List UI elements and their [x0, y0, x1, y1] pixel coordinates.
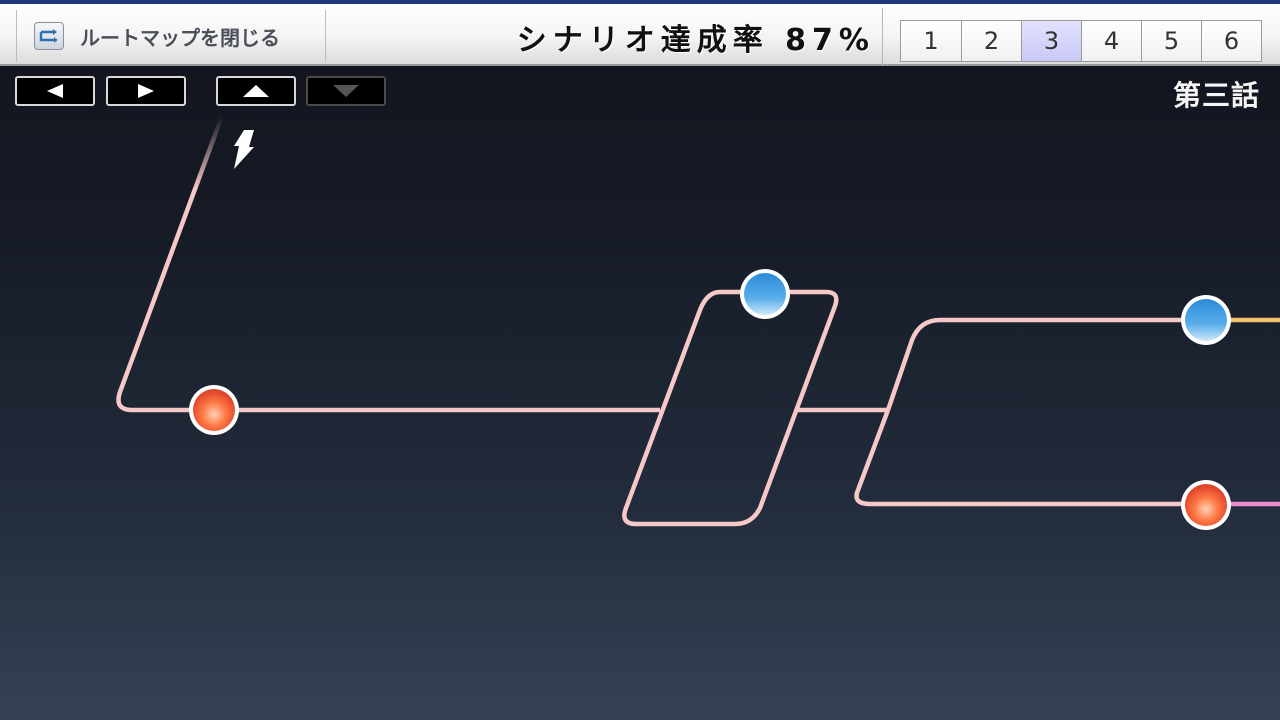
route-line-branch-lower: [854, 409, 1206, 507]
route-node-blue-2[interactable]: [1181, 295, 1231, 345]
route-line-branch-upper: [885, 317, 1206, 411]
route-line-entry: [116, 115, 225, 413]
current-position-arrow-icon: [234, 130, 254, 169]
route-node-orange-2[interactable]: [1181, 480, 1231, 530]
route-node-orange-1[interactable]: [189, 385, 239, 435]
route-map: [116, 115, 1280, 530]
route-node-blue-1[interactable]: [740, 269, 790, 319]
